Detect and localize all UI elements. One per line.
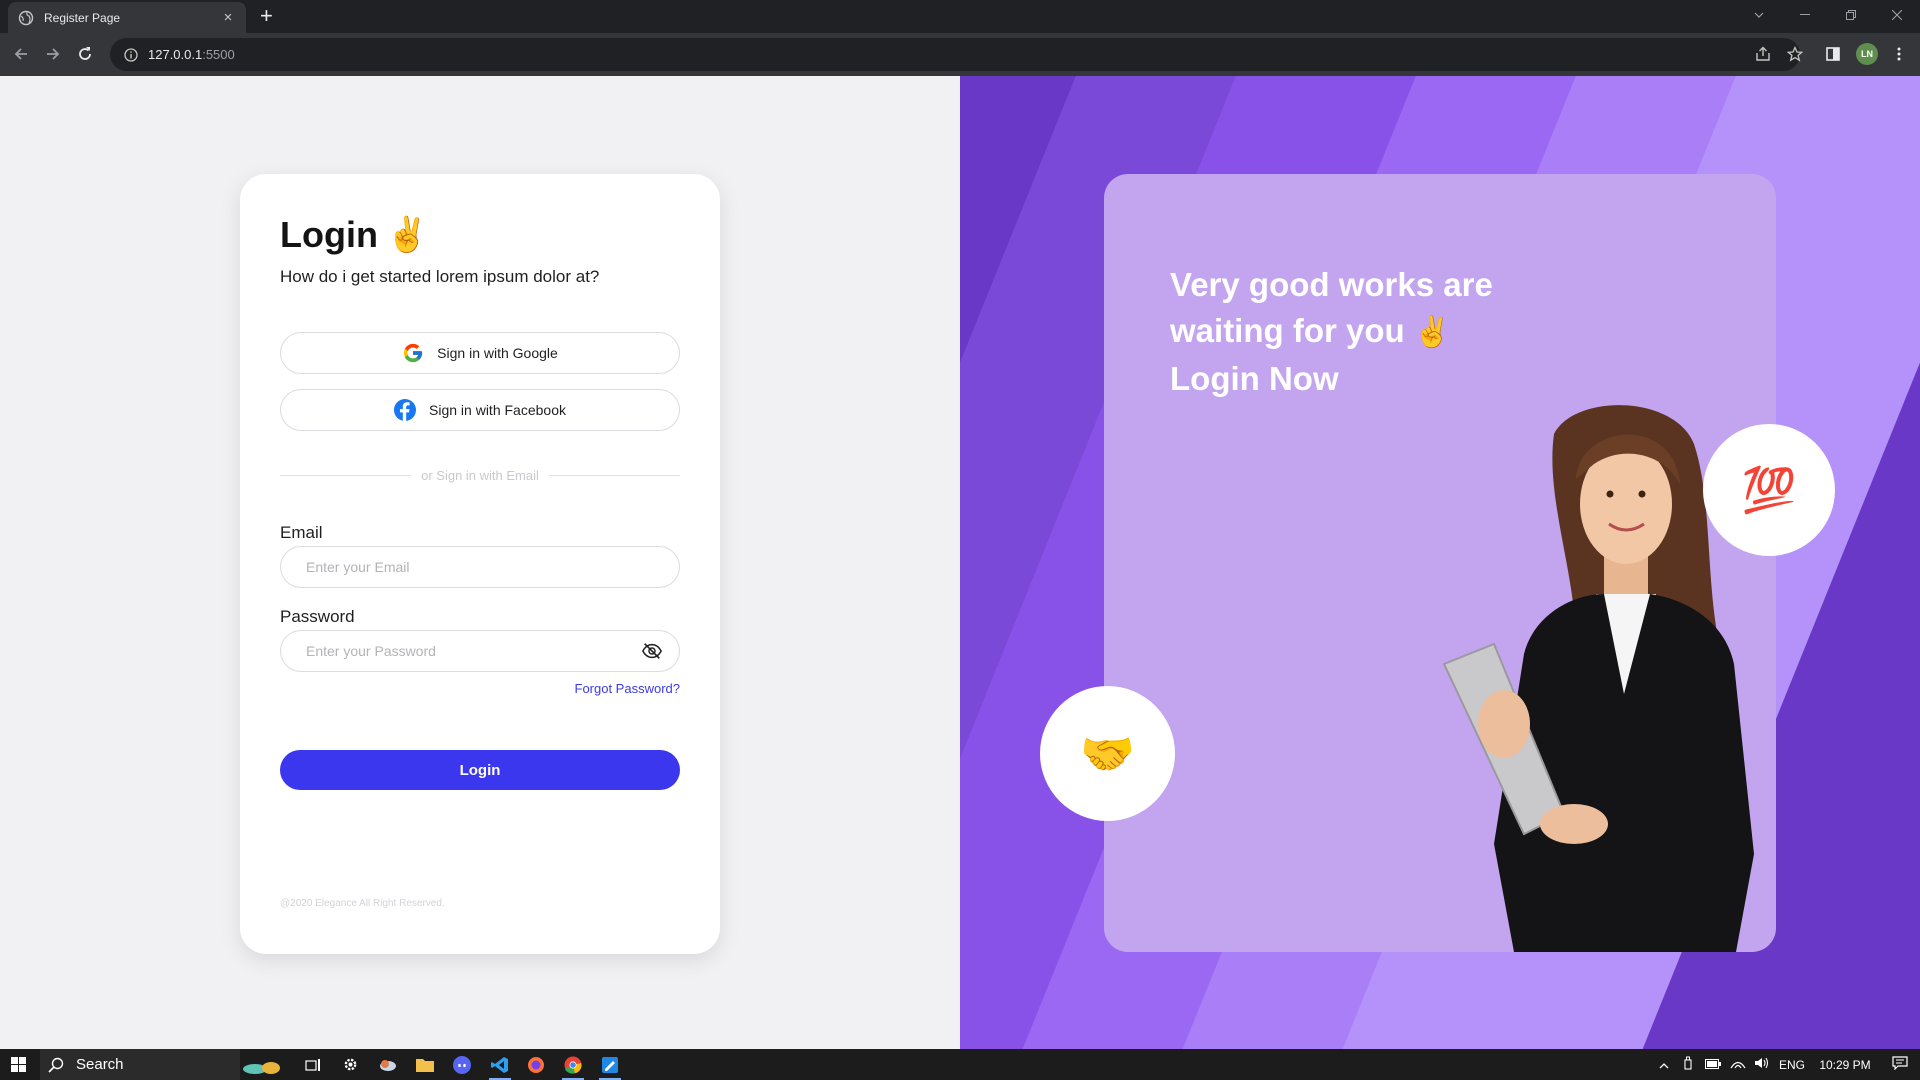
url-port: :5500 bbox=[202, 47, 235, 62]
promo-line-1: Very good works are bbox=[1170, 266, 1493, 303]
copyright-text: @2020 Elegance All Right Reserved. bbox=[280, 898, 445, 909]
globe-icon bbox=[18, 10, 34, 25]
divider-text: or Sign in with Email bbox=[421, 468, 539, 483]
info-icon[interactable] bbox=[124, 47, 138, 62]
back-icon[interactable] bbox=[8, 41, 34, 67]
discord-icon[interactable] bbox=[447, 1049, 477, 1080]
password-label: Password bbox=[280, 607, 355, 626]
login-card: Login ✌ How do i get started lorem ipsum… bbox=[240, 174, 720, 954]
email-field-wrapper bbox=[280, 546, 680, 588]
profile-avatar[interactable]: LN bbox=[1856, 43, 1878, 65]
forward-icon[interactable] bbox=[40, 41, 66, 67]
browser-toolbar: 127.0.0.1:5500 LN bbox=[0, 33, 1920, 76]
page-title: Login ✌ bbox=[280, 214, 428, 256]
google-signin-label: Sign in with Google bbox=[437, 345, 558, 361]
forgot-password-link[interactable]: Forgot Password? bbox=[575, 681, 681, 696]
task-view-icon[interactable] bbox=[298, 1049, 328, 1080]
minimize-icon[interactable] bbox=[1782, 0, 1828, 30]
new-tab-button[interactable]: + bbox=[260, 5, 273, 27]
divider-line-right bbox=[548, 475, 680, 476]
facebook-signin-button[interactable]: Sign in with Facebook bbox=[280, 389, 680, 431]
handshake-icon: 🤝 bbox=[1080, 729, 1135, 779]
file-explorer-icon[interactable] bbox=[410, 1049, 440, 1080]
wifi-icon[interactable] bbox=[1726, 1057, 1750, 1072]
usb-device-icon[interactable] bbox=[1676, 1056, 1700, 1073]
editor-app-icon[interactable] bbox=[593, 1049, 627, 1080]
tab-title: Register Page bbox=[44, 10, 121, 25]
divider-line-left bbox=[280, 475, 412, 476]
chrome-icon[interactable] bbox=[556, 1049, 590, 1080]
browser-tab-strip: Register Page × + bbox=[0, 0, 1920, 33]
battery-icon[interactable] bbox=[1700, 1058, 1726, 1072]
tab-close-icon[interactable]: × bbox=[220, 9, 236, 26]
taskbar-search[interactable]: Search bbox=[40, 1049, 240, 1080]
email-label: Email bbox=[280, 523, 323, 542]
email-divider: or Sign in with Email bbox=[280, 468, 680, 483]
settings-gear-icon[interactable] bbox=[335, 1049, 365, 1080]
side-panel-icon[interactable] bbox=[1820, 41, 1846, 67]
hundred-badge: 💯 bbox=[1703, 424, 1835, 556]
promo-headline: Very good works are waiting for you ✌ Lo… bbox=[1170, 262, 1590, 402]
url-host: 127.0.0.1 bbox=[148, 47, 203, 62]
login-title-text: Login bbox=[280, 214, 378, 255]
hundred-points-icon: 💯 bbox=[1741, 466, 1797, 515]
facebook-signin-label: Sign in with Facebook bbox=[429, 402, 566, 418]
windows-start-icon[interactable] bbox=[4, 1049, 32, 1080]
close-window-icon[interactable] bbox=[1874, 0, 1920, 30]
search-icon bbox=[48, 1057, 64, 1073]
login-pane: Login ✌ How do i get started lorem ipsum… bbox=[0, 76, 960, 1049]
password-field-wrapper bbox=[280, 630, 680, 672]
share-icon[interactable] bbox=[1750, 41, 1776, 67]
login-subtitle: How do i get started lorem ipsum dolor a… bbox=[280, 267, 600, 286]
notification-icon[interactable] bbox=[1880, 1056, 1920, 1073]
language-indicator[interactable]: ENG bbox=[1774, 1058, 1810, 1072]
google-icon bbox=[404, 343, 423, 363]
bookmark-star-icon[interactable] bbox=[1782, 41, 1808, 67]
promo-line-2-wrap: waiting for you ✌ bbox=[1170, 308, 1590, 356]
victory-hand-icon: ✌ bbox=[385, 216, 429, 254]
clock[interactable]: 10:29 PM bbox=[1810, 1058, 1880, 1072]
password-field[interactable] bbox=[281, 631, 641, 671]
login-button[interactable]: Login bbox=[280, 750, 680, 790]
browser-tab[interactable]: Register Page × bbox=[8, 2, 246, 33]
windows-taskbar: Search ENG 10:29 PM bbox=[0, 1049, 1920, 1080]
system-tray: ENG 10:29 PM bbox=[1652, 1049, 1920, 1080]
reload-icon[interactable] bbox=[72, 41, 98, 67]
promo-card: Very good works are waiting for you ✌ Lo… bbox=[1104, 174, 1776, 952]
address-bar[interactable]: 127.0.0.1:5500 bbox=[110, 38, 1800, 71]
facebook-icon bbox=[394, 399, 417, 421]
tab-search-icon[interactable] bbox=[1736, 0, 1782, 30]
victory-hand-icon: ✌ bbox=[1413, 316, 1452, 349]
email-field[interactable] bbox=[281, 547, 679, 587]
vscode-icon[interactable] bbox=[483, 1049, 517, 1080]
weather-app-icon[interactable] bbox=[373, 1049, 403, 1080]
page-viewport: Login ✌ How do i get started lorem ipsum… bbox=[0, 76, 1920, 1049]
search-label: Search bbox=[76, 1056, 124, 1073]
chevron-up-icon[interactable] bbox=[1652, 1058, 1676, 1072]
window-controls bbox=[1736, 0, 1920, 30]
firefox-icon[interactable] bbox=[521, 1049, 551, 1080]
eye-off-icon[interactable] bbox=[641, 640, 663, 662]
volume-icon[interactable] bbox=[1750, 1057, 1774, 1072]
promo-line-2: waiting for you bbox=[1170, 312, 1405, 349]
google-signin-button[interactable]: Sign in with Google bbox=[280, 332, 680, 374]
news-widget-icon[interactable] bbox=[238, 1049, 288, 1080]
handshake-badge: 🤝 bbox=[1040, 686, 1175, 821]
browser-menu-icon[interactable] bbox=[1886, 41, 1912, 67]
restore-icon[interactable] bbox=[1828, 0, 1874, 30]
promo-pane: Very good works are waiting for you ✌ Lo… bbox=[960, 76, 1920, 1049]
